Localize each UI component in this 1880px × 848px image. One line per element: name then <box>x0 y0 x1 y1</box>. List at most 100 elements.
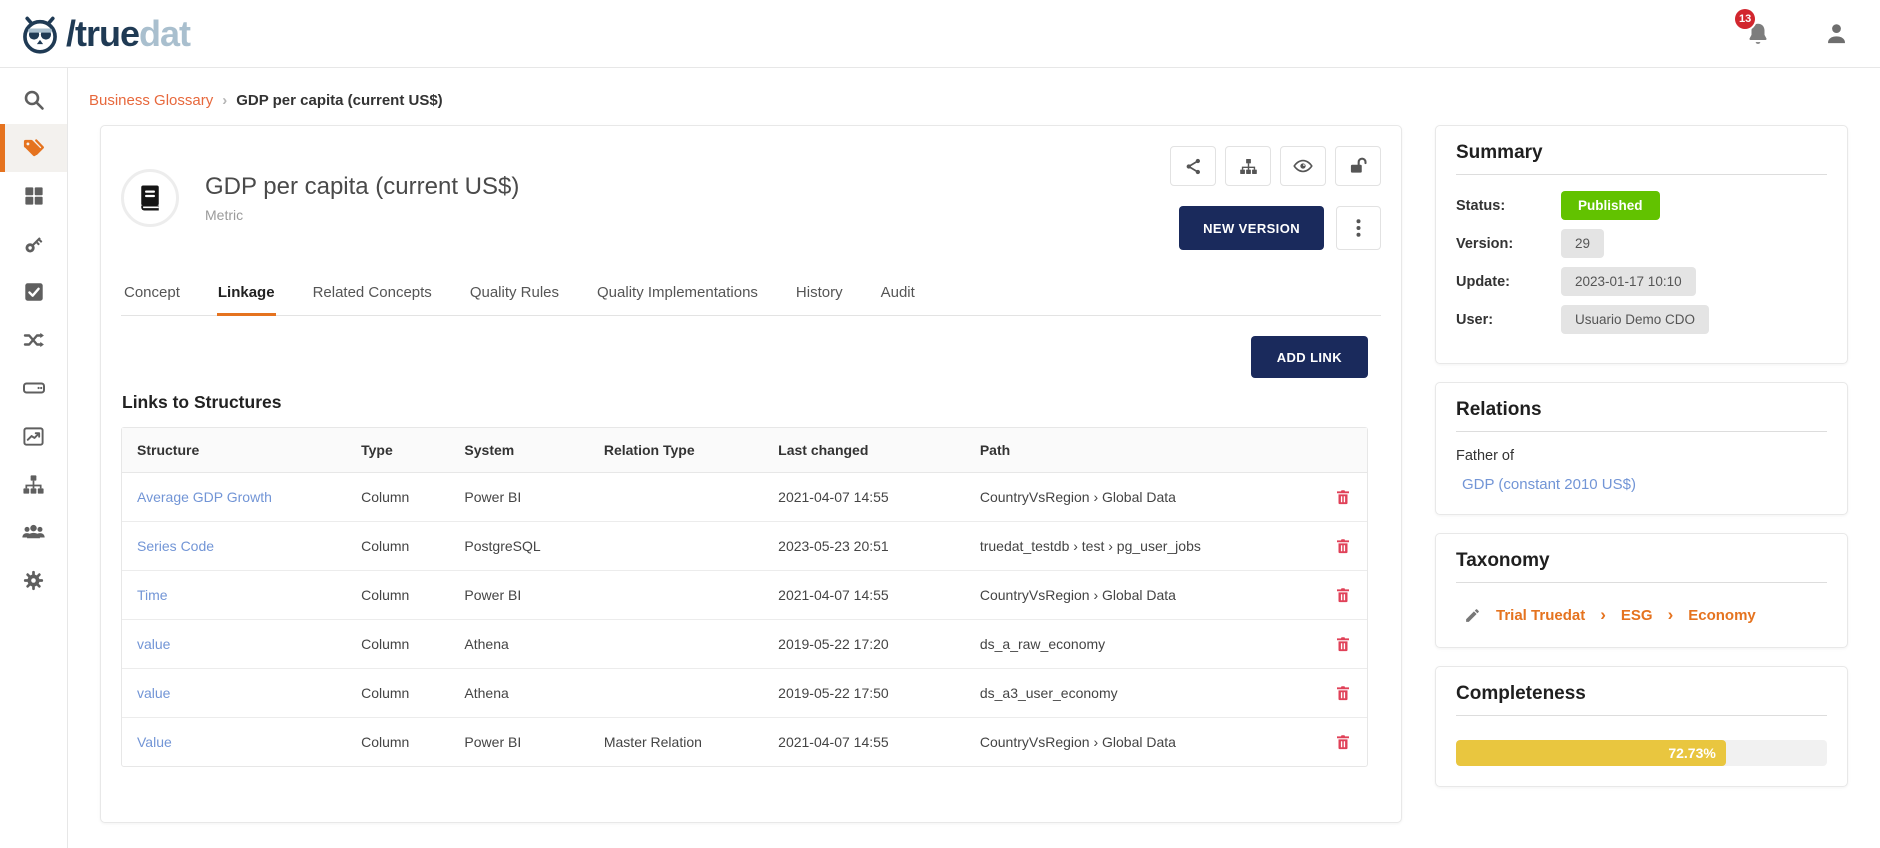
status-label: Status: <box>1456 198 1561 214</box>
completeness-percent-label: 72.73% <box>1668 745 1715 761</box>
sidebar-item-quality[interactable] <box>0 268 67 316</box>
cell-relation-type <box>589 473 763 522</box>
delete-link-button[interactable] <box>1335 635 1352 653</box>
cell-system: Power BI <box>449 571 588 620</box>
lock-button[interactable] <box>1335 146 1381 186</box>
tab-related-concepts[interactable]: Related Concepts <box>312 276 433 315</box>
structure-link[interactable]: Value <box>137 734 172 750</box>
tag-icon <box>21 137 46 160</box>
share-button[interactable] <box>1170 146 1216 186</box>
notifications-button[interactable]: 13 <box>1745 21 1771 47</box>
relations-panel: Relations Father of GDP (constant 2010 U… <box>1435 382 1848 515</box>
cell-last-changed: 2023-05-23 20:51 <box>763 522 965 571</box>
cell-path: ds_a3_user_economy <box>965 669 1320 718</box>
delete-link-button[interactable] <box>1335 586 1352 604</box>
completeness-progress-fill: 72.73% <box>1456 740 1726 766</box>
cell-last-changed: 2019-05-22 17:50 <box>763 669 965 718</box>
relations-title: Relations <box>1456 399 1827 432</box>
tab-concept[interactable]: Concept <box>123 276 181 315</box>
cell-path: ds_a_raw_economy <box>965 620 1320 669</box>
structure-link[interactable]: Average GDP Growth <box>137 489 272 505</box>
column-header-path: Path <box>965 428 1320 473</box>
right-sidebar: Summary Status: Published Version: 29 Up… <box>1435 125 1848 787</box>
relation-concept-link[interactable]: GDP (constant 2010 US$) <box>1462 476 1636 493</box>
tab-linkage[interactable]: Linkage <box>217 276 276 315</box>
cell-relation-type <box>589 571 763 620</box>
update-label: Update: <box>1456 274 1561 290</box>
user-value: Usuario Demo CDO <box>1561 305 1709 334</box>
status-badge: Published <box>1561 191 1660 220</box>
tab-audit[interactable]: Audit <box>880 276 916 315</box>
cell-type: Column <box>346 669 449 718</box>
key-icon <box>22 232 46 256</box>
trash-icon <box>1334 488 1352 506</box>
version-value: 29 <box>1561 229 1604 258</box>
structure-link[interactable]: value <box>137 685 170 701</box>
more-actions-button[interactable] <box>1336 206 1381 250</box>
sidebar-item-search[interactable] <box>0 76 67 124</box>
structure-link[interactable]: Time <box>137 587 168 603</box>
lineage-button[interactable] <box>1225 146 1271 186</box>
column-header-structure: Structure <box>122 428 346 473</box>
delete-link-button[interactable] <box>1335 488 1352 506</box>
delete-link-button[interactable] <box>1335 733 1352 751</box>
table-header-row: Structure Type System Relation Type Last… <box>122 428 1367 473</box>
summary-panel: Summary Status: Published Version: 29 Up… <box>1435 125 1848 364</box>
cell-last-changed: 2021-04-07 14:55 <box>763 473 965 522</box>
top-header: /truedat 13 <box>0 0 1880 68</box>
taxonomy-title: Taxonomy <box>1456 550 1827 583</box>
watch-button[interactable] <box>1280 146 1326 186</box>
cell-path: CountryVsRegion › Global Data <box>965 571 1320 620</box>
table-row: Series Code Column PostgreSQL 2023-05-23… <box>122 522 1367 571</box>
cell-last-changed: 2019-05-22 17:20 <box>763 620 965 669</box>
sidebar-item-taxonomy[interactable] <box>0 460 67 508</box>
delete-link-button[interactable] <box>1335 684 1352 702</box>
sidebar-item-structures[interactable] <box>0 364 67 412</box>
cell-relation-type <box>589 522 763 571</box>
taxonomy-separator: › <box>1668 605 1674 625</box>
sidebar-item-lineage[interactable] <box>0 316 67 364</box>
check-square-icon <box>23 281 45 303</box>
breadcrumb-parent-link[interactable]: Business Glossary <box>89 92 213 109</box>
drive-icon <box>22 376 46 400</box>
shuffle-icon <box>22 328 46 352</box>
cell-last-changed: 2021-04-07 14:55 <box>763 571 965 620</box>
completeness-panel: Completeness 72.73% <box>1435 666 1848 787</box>
links-section-title: Links to Structures <box>122 392 1381 413</box>
user-menu-button[interactable] <box>1823 20 1850 47</box>
add-link-button[interactable]: ADD LINK <box>1251 336 1368 378</box>
column-header-system: System <box>449 428 588 473</box>
sidebar-item-analytics[interactable] <box>0 412 67 460</box>
edit-taxonomy-button[interactable] <box>1464 607 1481 624</box>
structure-link[interactable]: value <box>137 636 170 652</box>
sidebar-item-permissions[interactable] <box>0 220 67 268</box>
sidebar-item-users[interactable] <box>0 508 67 556</box>
sidebar-item-settings[interactable] <box>0 556 67 604</box>
sidebar-item-glossary[interactable] <box>0 124 67 172</box>
sitemap-icon <box>1239 157 1258 176</box>
cell-type: Column <box>346 571 449 620</box>
tab-history[interactable]: History <box>795 276 844 315</box>
chart-icon <box>22 425 45 448</box>
delete-link-button[interactable] <box>1335 537 1352 555</box>
trash-icon <box>1334 586 1352 604</box>
sidebar-item-dashboards[interactable] <box>0 172 67 220</box>
summary-title: Summary <box>1456 142 1827 175</box>
concept-tabs: Concept Linkage Related Concepts Quality… <box>121 276 1381 316</box>
cell-type: Column <box>346 522 449 571</box>
table-row: Time Column Power BI 2021-04-07 14:55 Co… <box>122 571 1367 620</box>
tab-quality-rules[interactable]: Quality Rules <box>469 276 560 315</box>
gear-icon <box>22 569 45 592</box>
update-value: 2023-01-17 10:10 <box>1561 267 1696 296</box>
truedat-logo[interactable]: /truedat <box>18 13 190 55</box>
cell-system: Power BI <box>449 718 588 766</box>
user-label: User: <box>1456 312 1561 328</box>
trash-icon <box>1334 684 1352 702</box>
taxonomy-link-subdomain[interactable]: ESG <box>1621 607 1653 624</box>
taxonomy-link-leaf[interactable]: Economy <box>1688 607 1756 624</box>
new-version-button[interactable]: NEW VERSION <box>1179 206 1324 250</box>
left-sidebar <box>0 68 68 848</box>
taxonomy-link-domain[interactable]: Trial Truedat <box>1496 607 1585 624</box>
tab-quality-implementations[interactable]: Quality Implementations <box>596 276 759 315</box>
structure-link[interactable]: Series Code <box>137 538 214 554</box>
